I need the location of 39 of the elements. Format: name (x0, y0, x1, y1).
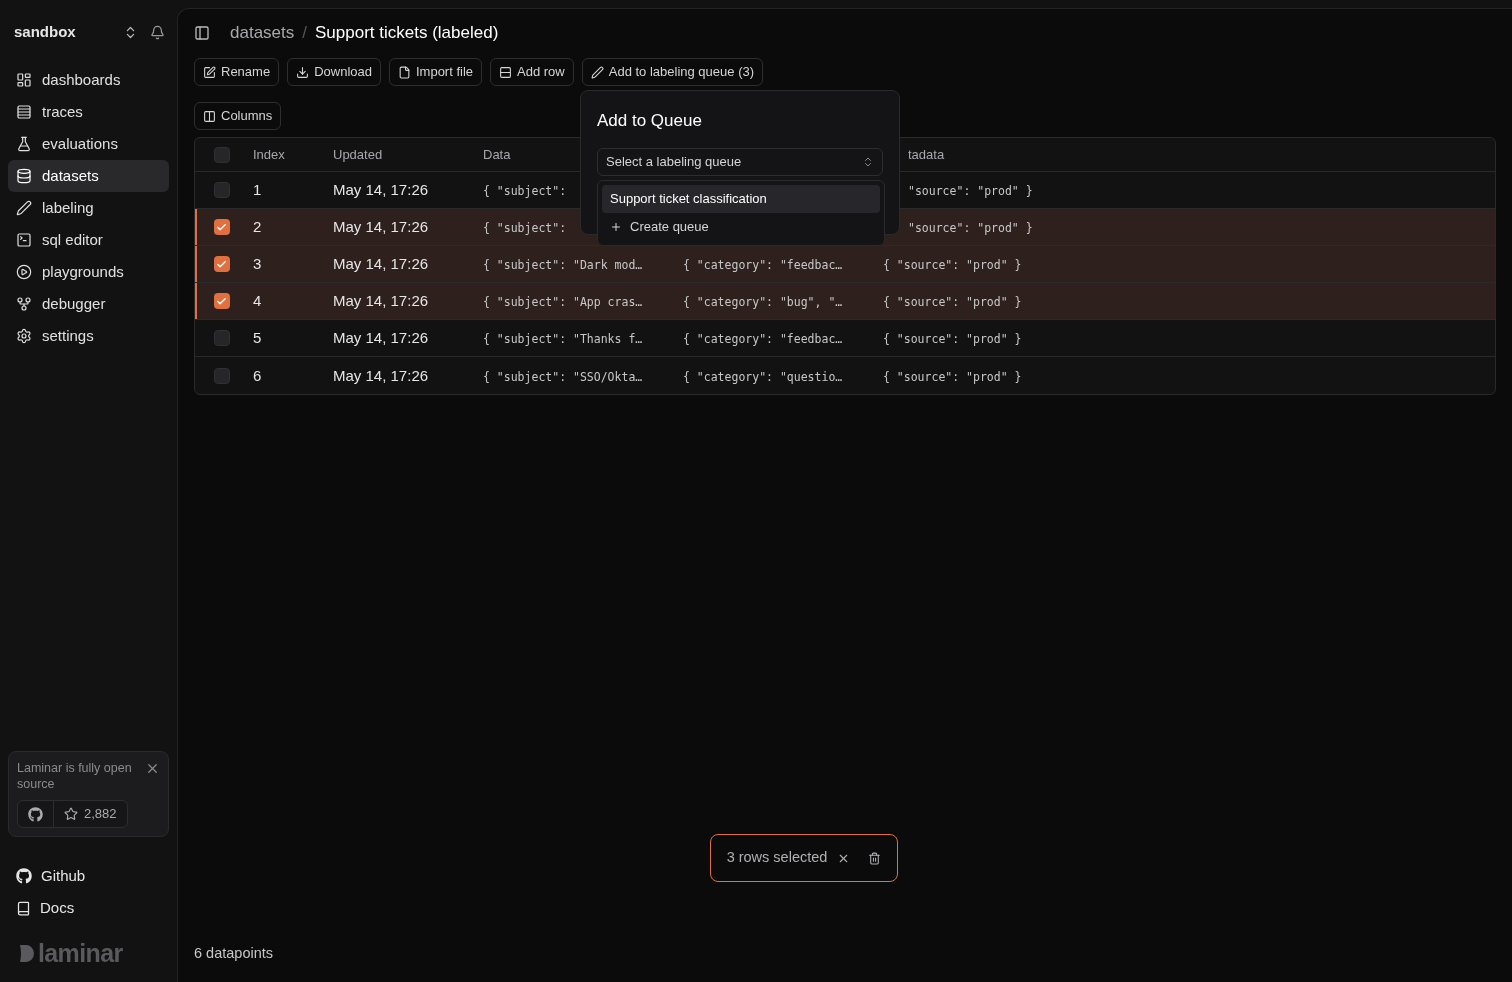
page-title: Support tickets (labeled) (315, 22, 499, 45)
column-header: Index (253, 146, 285, 162)
promo-text: Laminar is fully open source (17, 760, 133, 792)
column-header: Data (483, 146, 511, 162)
table-cell: { "subject": (483, 184, 567, 198)
column-header: tadata (908, 146, 945, 162)
table-cell: May 14, 17:26 (333, 181, 429, 198)
table-cell: { "source": "prod" } (883, 295, 1022, 309)
table-cell: May 14, 17:26 (333, 218, 429, 235)
table-cell: 4 (253, 292, 262, 309)
table-cell: { "subject": "App cras… (483, 295, 643, 309)
datapoint-count: 6 datapoints (194, 944, 273, 963)
table-cell: May 14, 17:26 (333, 255, 429, 272)
table-cell: May 14, 17:26 (333, 329, 429, 346)
popover-title: Add to Queue (597, 110, 703, 132)
table-cell: "source": "prod" } (908, 184, 1033, 198)
breadcrumb-separator: / (302, 22, 307, 45)
column-header: Updated (333, 146, 383, 162)
table-cell: 6 (253, 366, 262, 384)
table-cell: { "subject": "SSO/Okta… (483, 369, 643, 384)
table-cell: May 14, 17:26 (333, 292, 429, 309)
table-cell: May 14, 17:26 (333, 366, 429, 384)
table-cell: 5 (253, 329, 262, 346)
table-cell: { "subject": (483, 221, 567, 235)
table-cell: { "category": "feedbac… (683, 258, 843, 272)
table-cell: 2 (253, 218, 262, 235)
selection-count: 3 rows selected (726, 848, 828, 868)
table-cell: 1 (253, 181, 262, 198)
table-cell: { "source": "prod" } (883, 332, 1022, 346)
table-cell: { "category": "feedbac… (683, 332, 843, 346)
table-cell: 3 (253, 255, 262, 272)
table-cell: { "source": "prod" } (883, 258, 1022, 272)
table-cell: { "subject": "Dark mod… (483, 258, 643, 272)
table-cell: "source": "prod" } (908, 221, 1033, 235)
logo: laminar (8, 941, 169, 966)
table-cell: { "category": "bug", "… (683, 295, 843, 309)
table-cell: { "category": "questio… (683, 369, 843, 384)
table-cell: { "source": "prod" } (883, 369, 1022, 384)
table-cell: { "subject": "Thanks f… (483, 332, 643, 346)
